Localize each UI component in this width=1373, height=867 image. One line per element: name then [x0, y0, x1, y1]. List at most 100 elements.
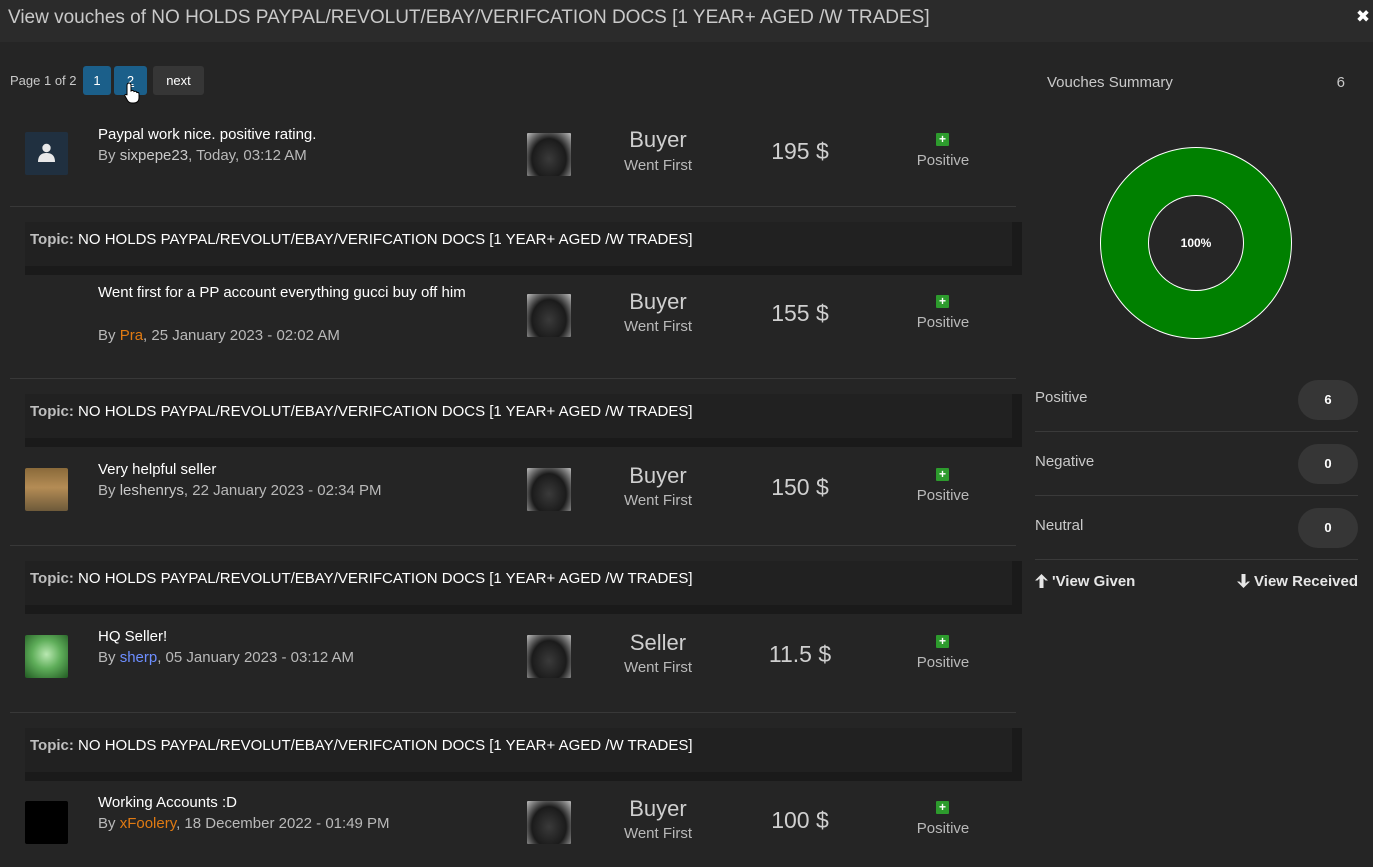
rating-label: Positive — [916, 654, 970, 671]
topic-label: Topic: — [30, 403, 74, 420]
trade-amount: 100 $ — [771, 807, 829, 833]
trade-amount: 155 $ — [771, 300, 829, 326]
vouch-message: Working Accounts :D — [98, 794, 237, 811]
summary-heading: Vouches Summary — [1047, 74, 1173, 91]
view-given-label: 'View Given — [1052, 573, 1136, 590]
vouch-date: , 18 December 2022 - 01:49 PM — [176, 815, 390, 832]
page-1-button[interactable]: 1 — [83, 66, 111, 95]
topic-name: NO HOLDS PAYPAL/REVOLUT/EBAY/VERIFCATION… — [73, 737, 693, 754]
by-label: By — [98, 815, 120, 832]
stat-count-badge: 6 — [1298, 380, 1358, 420]
summary-donut-chart: 100% — [1100, 147, 1292, 339]
topic-box — [25, 222, 1022, 275]
plus-icon: + — [936, 635, 949, 648]
trade-role: Seller — [629, 630, 687, 655]
vouch-message: Very helpful seller — [98, 461, 217, 478]
stat-count-badge: 0 — [1298, 508, 1358, 548]
stat-row-positive: Positive 6 — [1035, 368, 1358, 432]
topic-label: Topic: — [30, 570, 74, 587]
donut-label: 100% — [1181, 236, 1212, 250]
summary-total: 6 — [1336, 74, 1345, 91]
vouch-row: Very helpful seller By leshenrys, 22 Jan… — [10, 443, 1016, 546]
close-icon[interactable]: ✖ — [1355, 8, 1371, 25]
vouch-message: Paypal work nice. positive rating. — [98, 126, 317, 143]
view-given-link[interactable]: 'View Given — [1035, 573, 1135, 590]
topic-name: NO HOLDS PAYPAL/REVOLUT/EBAY/VERIFCATION… — [73, 570, 693, 587]
stat-label: Positive — [1035, 389, 1088, 406]
recipient-avatar[interactable] — [527, 468, 571, 511]
rating-label: Positive — [916, 820, 970, 837]
trade-role: Buyer — [629, 127, 687, 152]
plus-icon: + — [936, 468, 949, 481]
mouse-pointer-icon — [124, 82, 140, 104]
vouch-user-link[interactable]: sherp — [120, 649, 158, 666]
vouch-date: , Today, 03:12 AM — [188, 147, 307, 164]
plus-icon: + — [936, 295, 949, 308]
vouch-meta: By sherp, 05 January 2023 - 03:12 AM — [98, 649, 354, 666]
topic-text[interactable]: Topic: NO HOLDS PAYPAL/REVOLUT/EBAY/VERI… — [30, 403, 693, 420]
title-bar: View vouches of NO HOLDS PAYPAL/REVOLUT/… — [0, 0, 1373, 42]
page-info: Page 1 of 2 — [10, 73, 77, 88]
stat-count-badge: 0 — [1298, 444, 1358, 484]
avatar[interactable] — [25, 635, 68, 678]
vouch-user-link[interactable]: sixpepe23 — [120, 147, 188, 164]
rating-label: Positive — [916, 152, 970, 169]
topic-label: Topic: — [30, 737, 74, 754]
went-first-label: Went First — [623, 492, 693, 509]
user-icon — [38, 143, 55, 162]
vouch-row: Working Accounts :D By xFoolery, 18 Dece… — [10, 777, 1016, 867]
vouch-list: Paypal work nice. positive rating. By si… — [10, 115, 1022, 867]
topic-label: Topic: — [30, 231, 74, 248]
topic-box — [25, 728, 1022, 781]
view-received-label: View Received — [1254, 573, 1358, 590]
avatar[interactable] — [25, 468, 68, 511]
rating-label: Positive — [916, 314, 970, 331]
vouch-meta: By sixpepe23, Today, 03:12 AM — [98, 147, 307, 164]
next-page-button[interactable]: next — [153, 66, 204, 95]
vouch-row: HQ Seller! By sherp, 05 January 2023 - 0… — [10, 610, 1016, 713]
vouch-user-link[interactable]: leshenrys — [120, 482, 184, 499]
topic-box — [25, 394, 1022, 447]
avatar[interactable] — [25, 801, 68, 844]
stat-label: Neutral — [1035, 517, 1084, 534]
topic-banner: Topic: NO HOLDS PAYPAL/REVOLUT/EBAY/VERI… — [10, 379, 1022, 447]
recipient-avatar[interactable] — [527, 801, 571, 844]
trade-role: Buyer — [629, 796, 687, 821]
stat-label: Negative — [1035, 453, 1095, 470]
recipient-avatar[interactable] — [527, 294, 571, 337]
went-first-label: Went First — [623, 825, 693, 842]
arrow-down-icon — [1237, 574, 1251, 588]
recipient-avatar[interactable] — [527, 635, 571, 678]
vouch-date: , 22 January 2023 - 02:34 PM — [183, 482, 382, 499]
plus-icon: + — [936, 801, 949, 814]
vouch-message: Went first for a PP account everything g… — [98, 284, 466, 301]
stat-divider — [1035, 559, 1358, 560]
arrow-up-icon — [1035, 574, 1048, 588]
topic-text[interactable]: Topic: NO HOLDS PAYPAL/REVOLUT/EBAY/VERI… — [30, 570, 693, 587]
vouch-date: , 05 January 2023 - 03:12 AM — [157, 649, 355, 666]
by-label: By — [98, 327, 120, 344]
trade-amount: 150 $ — [771, 474, 829, 500]
vouch-date: , 25 January 2023 - 02:02 AM — [143, 327, 340, 344]
vouch-user-link[interactable]: Pra — [120, 327, 143, 344]
trade-amount: 195 $ — [771, 138, 829, 164]
vouch-meta: By leshenrys, 22 January 2023 - 02:34 PM — [98, 482, 382, 499]
topic-banner: Topic: NO HOLDS PAYPAL/REVOLUT/EBAY/VERI… — [10, 713, 1022, 781]
trade-amount: 11.5 $ — [768, 641, 832, 667]
by-label: By — [98, 147, 120, 164]
topic-text[interactable]: Topic: NO HOLDS PAYPAL/REVOLUT/EBAY/VERI… — [30, 737, 693, 754]
avatar[interactable] — [25, 132, 68, 175]
topic-text[interactable]: Topic: NO HOLDS PAYPAL/REVOLUT/EBAY/VERI… — [30, 231, 693, 248]
topic-banner: Topic: NO HOLDS PAYPAL/REVOLUT/EBAY/VERI… — [10, 207, 1022, 275]
by-label: By — [98, 482, 120, 499]
topic-box — [25, 561, 1022, 614]
view-received-link[interactable]: View Received — [1237, 573, 1358, 590]
topic-name: NO HOLDS PAYPAL/REVOLUT/EBAY/VERIFCATION… — [73, 231, 693, 248]
vouch-meta: By xFoolery, 18 December 2022 - 01:49 PM — [98, 815, 390, 832]
topic-banner: Topic: NO HOLDS PAYPAL/REVOLUT/EBAY/VERI… — [10, 546, 1022, 614]
vouch-user-link[interactable]: xFoolery — [120, 815, 176, 832]
stat-row-neutral: Neutral 0 — [1035, 496, 1358, 560]
recipient-avatar[interactable] — [527, 133, 571, 176]
vouch-row: Paypal work nice. positive rating. By si… — [10, 115, 1016, 207]
trade-role: Buyer — [629, 289, 687, 314]
